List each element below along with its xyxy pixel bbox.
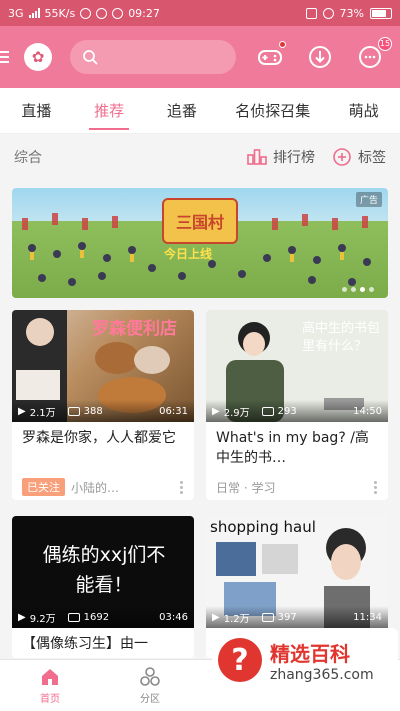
ranking-icon xyxy=(247,149,267,165)
question-mark-logo: ? xyxy=(218,638,262,682)
nav-category-label: 分区 xyxy=(140,694,160,705)
video-stats: ▶ 1.2万 397 11:34 xyxy=(206,606,388,628)
video-thumbnail: shopping haul ▶ 1.2万 397 11:34 xyxy=(206,516,388,628)
view-count: 2.1万 xyxy=(29,407,56,419)
play-icon: ▶ xyxy=(212,611,220,623)
ranking-label: 排行榜 xyxy=(273,150,315,166)
game-logo: 三国村 xyxy=(162,198,238,244)
tab-recommend[interactable]: 推荐 xyxy=(73,88,146,134)
video-card[interactable]: 偶练的xxj们不能看！ ▶ 9.2万 1692 03:46 【偶像练习生】由一 xyxy=(12,516,194,658)
download-button[interactable] xyxy=(306,43,334,71)
network-type: 3G xyxy=(8,6,24,20)
video-stats: ▶ 2.1万 388 06:31 xyxy=(12,400,194,422)
search-icon xyxy=(83,50,98,65)
video-title[interactable]: What's in my bag? /高中生的书… xyxy=(206,422,388,472)
battery-icon xyxy=(370,7,392,19)
video-stats: ▶ 2.9万 293 14:50 xyxy=(206,400,388,422)
danmaku-icon xyxy=(261,406,274,416)
danmaku-count: 397 xyxy=(277,611,297,623)
video-thumbnail: 高中生的书包里有什么？ ▶ 2.9万 293 14:50 xyxy=(206,310,388,422)
video-thumbnail: 罗森便利店 ▶ 2.1万 388 06:31 xyxy=(12,310,194,422)
watermark: ? 精选百科 zhang365.com xyxy=(212,628,398,692)
message-button[interactable]: 15 xyxy=(356,37,392,71)
view-count: 9.2万 xyxy=(29,613,56,625)
menu-icon[interactable] xyxy=(0,51,14,63)
game-center-button[interactable] xyxy=(256,41,286,71)
ranking-link[interactable]: 排行榜 xyxy=(246,146,315,168)
video-meta: 已关注 小陆的… xyxy=(12,476,194,498)
video-card[interactable]: 高中生的书包里有什么？ ▶ 2.9万 293 14:50 What's in m… xyxy=(206,310,388,500)
section-title: 综合 xyxy=(14,150,42,166)
more-options-icon[interactable] xyxy=(180,480,184,494)
video-duration: 11:34 xyxy=(353,611,382,623)
uploader-name[interactable]: 小陆的… xyxy=(71,479,119,496)
video-title[interactable]: 【偶像练习生】由一 xyxy=(12,628,194,658)
search-input[interactable] xyxy=(70,40,236,74)
category-label[interactable]: 日常 · 学习 xyxy=(216,479,275,496)
mute-icon xyxy=(305,7,317,19)
danmaku-count: 388 xyxy=(83,405,103,417)
tab-bangumi[interactable]: 追番 xyxy=(145,88,218,134)
danmaku-icon xyxy=(261,612,274,622)
video-duration: 06:31 xyxy=(159,405,188,417)
signal-icon xyxy=(28,8,40,18)
follow-tag: 已关注 xyxy=(22,478,65,496)
video-stats: ▶ 9.2万 1692 03:46 xyxy=(12,606,194,628)
battery-percent: 73% xyxy=(339,6,364,20)
network-speed: 55K/s xyxy=(44,6,76,20)
thumbnail-caption: 罗森便利店 xyxy=(92,319,177,339)
video-thumbnail: 偶练的xxj们不能看！ ▶ 9.2万 1692 03:46 xyxy=(12,516,194,628)
flower-avatar-icon[interactable]: ✿ xyxy=(24,43,52,71)
video-meta: 日常 · 学习 xyxy=(206,476,388,498)
thumbnail-caption: 偶练的xxj们不能看！ xyxy=(42,544,166,596)
play-icon: ▶ xyxy=(18,611,26,623)
nav-category[interactable]: 分区 xyxy=(100,660,200,711)
message-badge: 15 xyxy=(378,37,392,51)
gamepad-icon xyxy=(258,50,282,65)
game-logo-text: 三国村 xyxy=(175,213,224,232)
nav-home-label: 首页 xyxy=(40,694,60,705)
play-icon: ▶ xyxy=(18,405,26,417)
status-bar: 3G 55K/s 09:27 73% xyxy=(0,0,400,26)
bubble-icon xyxy=(96,7,108,19)
wifi-icon xyxy=(322,7,334,19)
video-duration: 14:50 xyxy=(353,405,382,417)
crown-icon xyxy=(80,7,92,19)
banner-pager xyxy=(342,287,374,292)
channel-tabs: 直播 推荐 追番 名侦探召集 萌战 xyxy=(0,88,400,134)
tag-icon xyxy=(333,148,351,166)
notification-dot xyxy=(279,41,286,48)
view-count: 1.2万 xyxy=(223,613,250,625)
ad-label: 广告 xyxy=(355,192,382,207)
watermark-url: zhang365.com xyxy=(270,666,374,683)
thumbnail-caption: shopping haul xyxy=(210,518,316,536)
danmaku-icon xyxy=(67,406,80,416)
nav-home[interactable]: 首页 xyxy=(0,660,100,711)
ad-banner[interactable]: 三国村 今日上线 广告 xyxy=(12,188,388,298)
watermark-brand: 精选百科 xyxy=(270,641,350,666)
video-card[interactable]: 罗森便利店 ▶ 2.1万 388 06:31 罗森是你家，人人都爱它 已关注 小… xyxy=(12,310,194,500)
tab-live[interactable]: 直播 xyxy=(0,88,73,134)
top-bar: ✿ 15 xyxy=(0,26,400,88)
more-options-icon[interactable] xyxy=(374,480,378,494)
thumbnail-caption: 高中生的书包里有什么？ xyxy=(302,321,381,354)
tab-moe-battle[interactable]: 萌战 xyxy=(327,88,400,134)
download-icon xyxy=(309,46,331,68)
tags-link[interactable]: 标签 xyxy=(331,146,386,168)
video-duration: 03:46 xyxy=(159,611,188,623)
danmaku-count: 293 xyxy=(277,405,297,417)
category-icon xyxy=(140,667,160,686)
tab-detective[interactable]: 名侦探召集 xyxy=(218,88,327,134)
clock: 09:27 xyxy=(128,6,160,20)
section-header: 综合 排行榜 标签 xyxy=(0,136,400,178)
home-icon xyxy=(42,669,58,685)
danmaku-count: 1692 xyxy=(83,611,110,623)
tags-label: 标签 xyxy=(358,150,386,166)
danmaku-icon xyxy=(67,612,80,622)
view-count: 2.9万 xyxy=(223,407,250,419)
video-title[interactable]: 罗森是你家，人人都爱它 xyxy=(12,422,194,472)
weibo-icon xyxy=(112,7,124,19)
play-icon: ▶ xyxy=(212,405,220,417)
banner-subtitle: 今日上线 xyxy=(164,247,213,261)
